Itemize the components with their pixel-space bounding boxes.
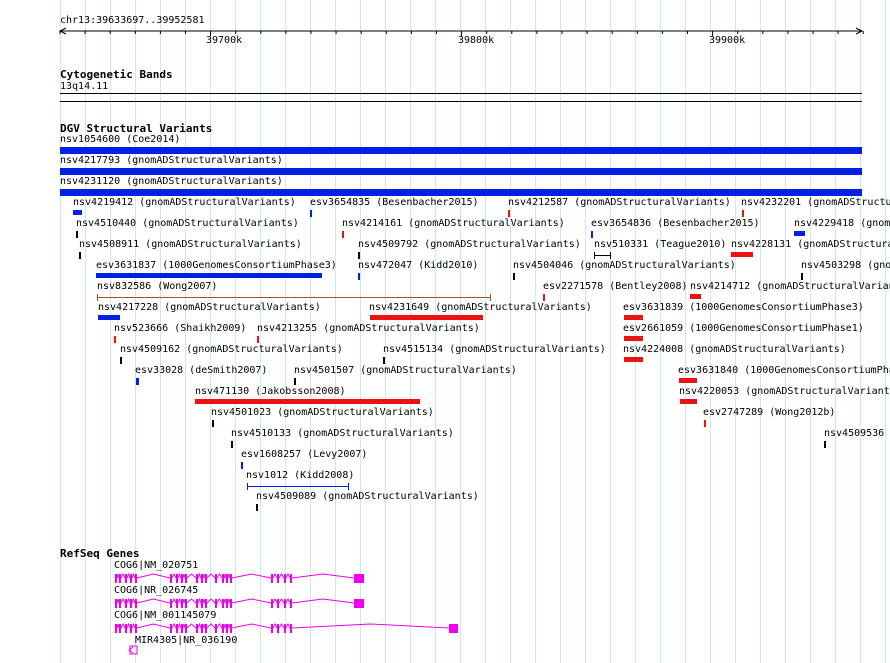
exon (284, 574, 286, 583)
exon (449, 624, 458, 633)
exon (271, 624, 273, 633)
exon (205, 624, 207, 633)
exon (185, 624, 187, 633)
exon (130, 574, 132, 583)
exon (115, 599, 117, 608)
exon (230, 574, 232, 583)
gene-model-mir4305 (128, 645, 138, 655)
exon (130, 624, 132, 633)
exon (135, 624, 137, 633)
exon (226, 624, 228, 633)
exon (215, 624, 217, 633)
exon (205, 599, 207, 608)
exon (222, 574, 224, 583)
exon (130, 599, 132, 608)
exon (196, 624, 198, 633)
exon (230, 599, 232, 608)
exon (181, 574, 183, 583)
exon (230, 624, 232, 633)
exon (170, 574, 172, 583)
exon (170, 624, 172, 633)
exon (185, 599, 187, 608)
exon (119, 599, 121, 608)
exon (284, 624, 286, 633)
exon (129, 645, 138, 655)
exon (196, 574, 198, 583)
exon (119, 574, 121, 583)
exon (277, 624, 279, 633)
exon (271, 574, 273, 583)
exon (176, 624, 178, 633)
exon (284, 599, 286, 608)
exon (271, 599, 273, 608)
exon (205, 574, 207, 583)
exon (201, 574, 203, 583)
exon (277, 574, 279, 583)
exon (181, 624, 183, 633)
exon (222, 624, 224, 633)
gene-model-cog6-nm001145079 (115, 622, 458, 633)
refseq-gene-models[interactable] (0, 0, 890, 663)
exon (354, 574, 364, 583)
exon (201, 599, 203, 608)
exon (181, 599, 183, 608)
exon (125, 574, 127, 583)
exon (135, 574, 137, 583)
exon (115, 574, 117, 583)
exon (176, 574, 178, 583)
exon (185, 574, 187, 583)
exon (201, 624, 203, 633)
exon (290, 599, 292, 608)
exon (354, 599, 364, 608)
exon (290, 574, 292, 583)
exon (119, 624, 121, 633)
exon (222, 599, 224, 608)
genome-browser-view: chr13:39633697..39952581 39700k 39800k 3… (0, 0, 890, 663)
exon (215, 574, 217, 583)
exon (125, 599, 127, 608)
exon (215, 599, 217, 608)
gene-model-cog6-nm020751 (115, 572, 364, 583)
exon (176, 599, 178, 608)
exon (125, 624, 127, 633)
exon (196, 599, 198, 608)
exon (135, 599, 137, 608)
gene-model-cog6-nr026745 (115, 597, 364, 608)
exon (226, 599, 228, 608)
exon (290, 624, 292, 633)
exon (170, 599, 172, 608)
exon (277, 599, 279, 608)
exon (226, 574, 228, 583)
exon (115, 624, 117, 633)
